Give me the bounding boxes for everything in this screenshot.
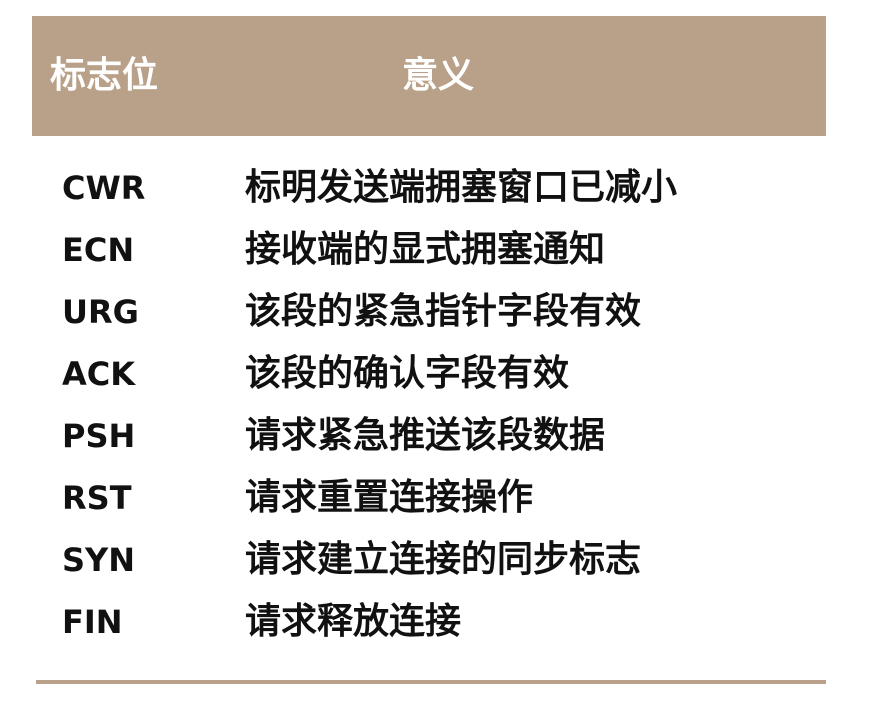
flag-cell: CWR xyxy=(62,169,146,207)
header-meaning: 意义 xyxy=(402,55,475,96)
table-row: RST 请求重置连接操作 xyxy=(32,476,826,538)
meaning-cell: 请求重置连接操作 xyxy=(245,477,534,518)
meaning-cell: 标明发送端拥塞窗口已减小 xyxy=(245,167,678,208)
tcp-flags-table: 标志位 意义 CWR 标明发送端拥塞窗口已减小 ECN 接收端的显式拥塞通知 U… xyxy=(32,16,826,642)
meaning-cell: 请求紧急推送该段数据 xyxy=(245,415,606,456)
meaning-cell: 请求释放连接 xyxy=(245,601,462,642)
meaning-cell: 该段的确认字段有效 xyxy=(245,353,570,394)
meaning-cell: 该段的紧急指针字段有效 xyxy=(245,291,642,332)
table-body: CWR 标明发送端拥塞窗口已减小 ECN 接收端的显式拥塞通知 URG 该段的紧… xyxy=(32,166,826,662)
table-row: ACK 该段的确认字段有效 xyxy=(32,352,826,414)
header-flag: 标志位 xyxy=(50,55,159,96)
table-row: SYN 请求建立连接的同步标志 xyxy=(32,538,826,600)
table-row: FIN 请求释放连接 xyxy=(32,600,826,662)
table-row: URG 该段的紧急指针字段有效 xyxy=(32,290,826,352)
flag-cell: ECN xyxy=(62,231,135,269)
table-row: ECN 接收端的显式拥塞通知 xyxy=(32,228,826,290)
table-row: CWR 标明发送端拥塞窗口已减小 xyxy=(32,166,826,228)
meaning-cell: 接收端的显式拥塞通知 xyxy=(245,229,606,270)
flag-cell: PSH xyxy=(62,417,136,455)
bottom-divider xyxy=(36,680,826,684)
flag-cell: URG xyxy=(62,293,139,331)
flag-cell: FIN xyxy=(62,603,123,641)
table-header: 标志位 意义 xyxy=(32,16,826,136)
flag-cell: SYN xyxy=(62,541,135,579)
meaning-cell: 请求建立连接的同步标志 xyxy=(245,539,642,580)
table-row: PSH 请求紧急推送该段数据 xyxy=(32,414,826,476)
flag-cell: RST xyxy=(62,479,132,517)
flag-cell: ACK xyxy=(62,355,136,393)
